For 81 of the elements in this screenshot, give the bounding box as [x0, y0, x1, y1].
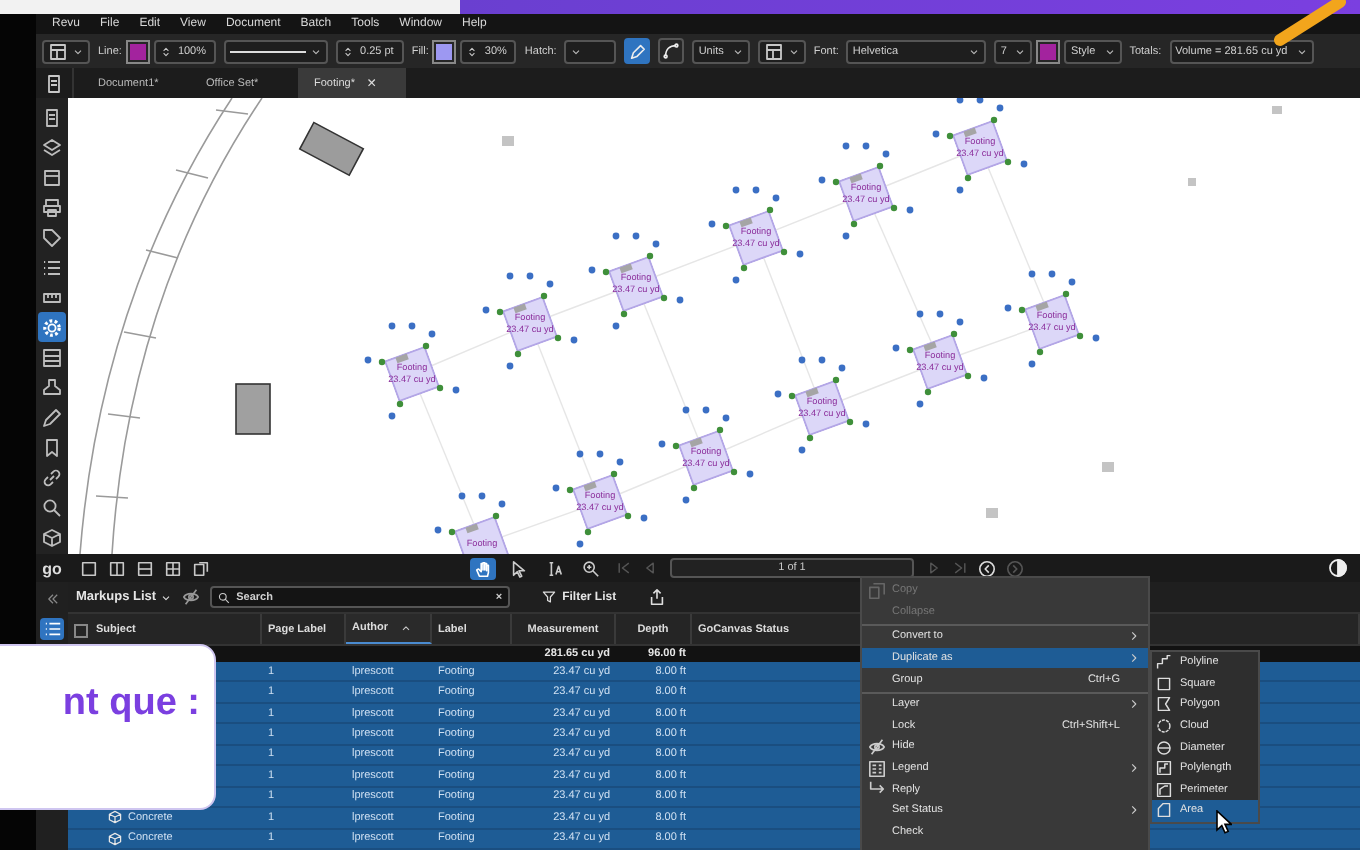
pen-icon — [628, 42, 647, 60]
ruler-icon — [42, 287, 62, 307]
cube-icon — [108, 831, 122, 846]
bookmark-icon — [42, 437, 62, 457]
search-icon — [42, 497, 62, 517]
filter-icon — [542, 590, 557, 605]
page-grid-icon[interactable] — [164, 559, 182, 577]
line-style-dropdown[interactable] — [224, 39, 329, 63]
search-icon — [218, 591, 231, 604]
grid-icon — [42, 347, 62, 367]
diameter-icon — [1156, 739, 1172, 756]
chevron-icon — [1128, 804, 1140, 817]
area-icon — [1156, 802, 1172, 819]
sort-up-icon — [400, 622, 413, 635]
hide-icon — [868, 737, 886, 756]
list-icon — [43, 620, 61, 638]
logo[interactable]: go — [36, 559, 68, 577]
hide-icon[interactable] — [182, 588, 201, 607]
pointer-icon — [510, 559, 528, 577]
link-icon — [42, 467, 62, 487]
page-compare-icon[interactable] — [192, 559, 210, 577]
grid-icon — [48, 41, 68, 61]
polylength-icon — [1156, 760, 1172, 777]
page-icon[interactable] — [44, 73, 64, 93]
caret-icon — [1103, 45, 1116, 57]
perimeter-icon — [1156, 781, 1172, 798]
caret-icon — [968, 45, 981, 57]
legend-icon — [868, 759, 886, 778]
color-swatch[interactable] — [1040, 43, 1057, 59]
pencil-icon — [42, 407, 62, 427]
tag-icon — [42, 227, 62, 247]
zoom-icon — [582, 559, 600, 577]
reply-icon — [868, 780, 886, 799]
back-icon[interactable] — [978, 559, 996, 577]
page-icon — [42, 107, 62, 127]
dropdown[interactable] — [42, 39, 90, 63]
zoom-tool-button[interactable] — [578, 557, 604, 579]
list-icon — [42, 257, 62, 277]
cube-icon — [108, 810, 122, 825]
chevron-icon — [1128, 762, 1140, 775]
caret-icon — [310, 45, 323, 57]
caret-icon — [570, 45, 583, 57]
copy-icon — [868, 581, 886, 600]
close-button[interactable]: × — [367, 74, 377, 92]
curve-icon — [662, 42, 681, 60]
color-swatch[interactable] — [436, 43, 453, 59]
caret-icon — [731, 45, 744, 57]
caret-icon — [1295, 45, 1308, 57]
cube-icon — [42, 527, 62, 547]
hand-icon — [474, 559, 492, 577]
collapse-icon[interactable] — [45, 592, 59, 606]
split-vertical-icon[interactable] — [108, 559, 126, 577]
color-swatch[interactable] — [129, 43, 146, 59]
caret-icon — [72, 45, 84, 57]
building-block — [235, 383, 271, 435]
markups-list-tab[interactable] — [40, 618, 64, 640]
dropdown[interactable] — [757, 39, 806, 63]
grid-icon — [763, 41, 784, 61]
layers-icon — [42, 137, 62, 157]
chevron-icon — [1128, 698, 1140, 711]
tool-button[interactable] — [624, 38, 651, 64]
contrast-icon[interactable] — [1328, 558, 1348, 578]
caret-icon — [160, 591, 173, 604]
square-icon — [1156, 675, 1172, 692]
caret-icon — [1014, 45, 1027, 57]
printer-icon — [42, 197, 62, 217]
polyline-icon — [1156, 654, 1172, 671]
checkbox[interactable] — [74, 624, 88, 639]
cloud-icon — [1156, 718, 1172, 735]
stack-icon — [42, 167, 62, 187]
gear-icon — [42, 317, 62, 337]
caret-icon — [787, 45, 800, 57]
export-icon[interactable] — [648, 588, 667, 607]
cursor-icon — [1216, 810, 1232, 834]
polygon-icon — [1156, 696, 1172, 713]
hand-tool-button[interactable] — [470, 557, 496, 579]
split-horizontal-icon[interactable] — [136, 559, 154, 577]
tool-button[interactable] — [658, 38, 685, 64]
text-select-icon — [546, 559, 564, 577]
single-page-icon[interactable] — [80, 559, 98, 577]
sidebar-tool-button[interactable] — [38, 312, 66, 342]
